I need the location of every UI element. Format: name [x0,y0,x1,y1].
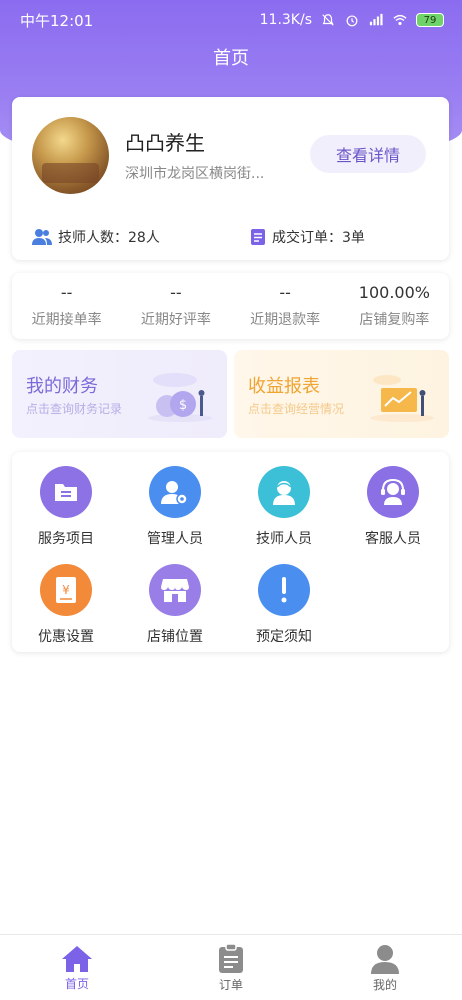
home-icon [62,946,92,972]
document-icon [251,229,265,245]
my-finance-card[interactable]: 我的财务 点击查询财务记录 $ [12,350,227,438]
rate-label: 近期好评率 [140,312,211,328]
grid-item-customer-service[interactable]: 客服人员 [343,466,443,548]
orders-count: 成交订单：3单 [250,227,365,247]
svg-text:¥: ¥ [62,583,70,597]
headset-icon [367,466,419,518]
function-grid: 服务项目 管理人员 技师人员 客服人员 ¥ 优惠设置 店铺位置 预定须知 [12,452,449,652]
users-icon [32,229,52,245]
rate-refund: -- 近期退款率 [231,273,340,339]
rate-value: -- [279,283,291,302]
coupon-icon: ¥ [40,564,92,616]
tab-orders[interactable]: 订单 [154,935,308,1000]
mute-bell-icon [322,14,334,26]
technician-count-text: 技师人数：28人 [58,230,160,246]
grid-label: 优惠设置 [38,629,94,645]
rate-label: 近期退款率 [250,312,321,328]
tab-mine[interactable]: 我的 [308,935,462,1000]
rate-value: 100.00% [358,283,430,302]
tab-home[interactable]: 首页 [0,935,154,1000]
orders-count-text: 成交订单：3单 [272,230,365,246]
tab-label: 订单 [218,978,243,992]
store-icon [149,564,201,616]
revenue-subtitle: 点击查询经营情况 [248,402,345,416]
shop-avatar [32,117,109,194]
page-title: 首页 [213,48,249,69]
profile-icon [371,945,399,974]
finance-subtitle: 点击查询财务记录 [26,402,123,416]
network-speed: 11.3K/s [259,12,312,28]
shop-card: 凸凸养生 深圳市龙岗区横岗街... 查看详情 技师人数：28人 成交订单：3单 [12,97,449,260]
money-bag-illustration-icon: $ [148,373,212,422]
wifi-icon [393,14,407,26]
grid-label: 客服人员 [365,531,421,547]
finance-title: 我的财务 [26,376,98,397]
status-time: 中午12:01 [20,11,94,30]
technician-icon [258,466,310,518]
grid-item-discount-settings[interactable]: ¥ 优惠设置 [16,564,116,646]
revenue-title: 收益报表 [248,376,320,397]
grid-item-technicians[interactable]: 技师人员 [234,466,334,548]
revenue-report-card[interactable]: 收益报表 点击查询经营情况 [234,350,449,438]
rate-value: -- [170,283,182,302]
folder-icon [40,466,92,518]
clipboard-icon [219,944,243,973]
rate-label: 店铺复购率 [359,312,430,328]
grid-item-managers[interactable]: 管理人员 [125,466,225,548]
rates-card: -- 近期接单率 -- 近期好评率 -- 近期退款率 100.00% 店铺复购率 [12,273,449,339]
battery-indicator: 79 [416,13,444,27]
rate-label: 近期接单率 [31,312,102,328]
rate-accept: -- 近期接单率 [12,273,121,339]
status-bar: 中午12:01 11.3K/s 79 [0,0,462,40]
notice-icon [258,564,310,616]
grid-label: 技师人员 [256,531,312,547]
grid-label: 店铺位置 [147,629,203,645]
admin-user-icon [149,466,201,518]
signal-icon [369,13,383,26]
grid-item-store-location[interactable]: 店铺位置 [125,564,225,646]
rate-positive-review: -- 近期好评率 [121,273,230,339]
rate-value: -- [60,283,73,302]
view-details-button[interactable]: 查看详情 [310,135,426,173]
shop-name: 凸凸养生 [125,131,205,155]
grid-label: 管理人员 [147,531,203,547]
alarm-icon [346,15,358,27]
shop-address: 深圳市龙岗区横岗街... [125,166,265,182]
bottom-tab-bar: 首页 订单 我的 [0,934,462,1000]
svg-text:$: $ [179,398,187,413]
tab-label: 我的 [372,978,397,992]
rate-repurchase: 100.00% 店铺复购率 [340,273,449,339]
chart-board-illustration-icon [370,375,434,422]
tab-label: 首页 [64,977,89,991]
grid-label: 服务项目 [38,531,94,547]
technician-count: 技师人数：28人 [32,227,160,247]
status-indicators: 11.3K/s 79 [260,12,444,28]
grid-item-service-items[interactable]: 服务项目 [16,466,116,548]
grid-label: 预定须知 [256,629,312,645]
grid-item-booking-notice[interactable]: 预定须知 [234,564,334,646]
